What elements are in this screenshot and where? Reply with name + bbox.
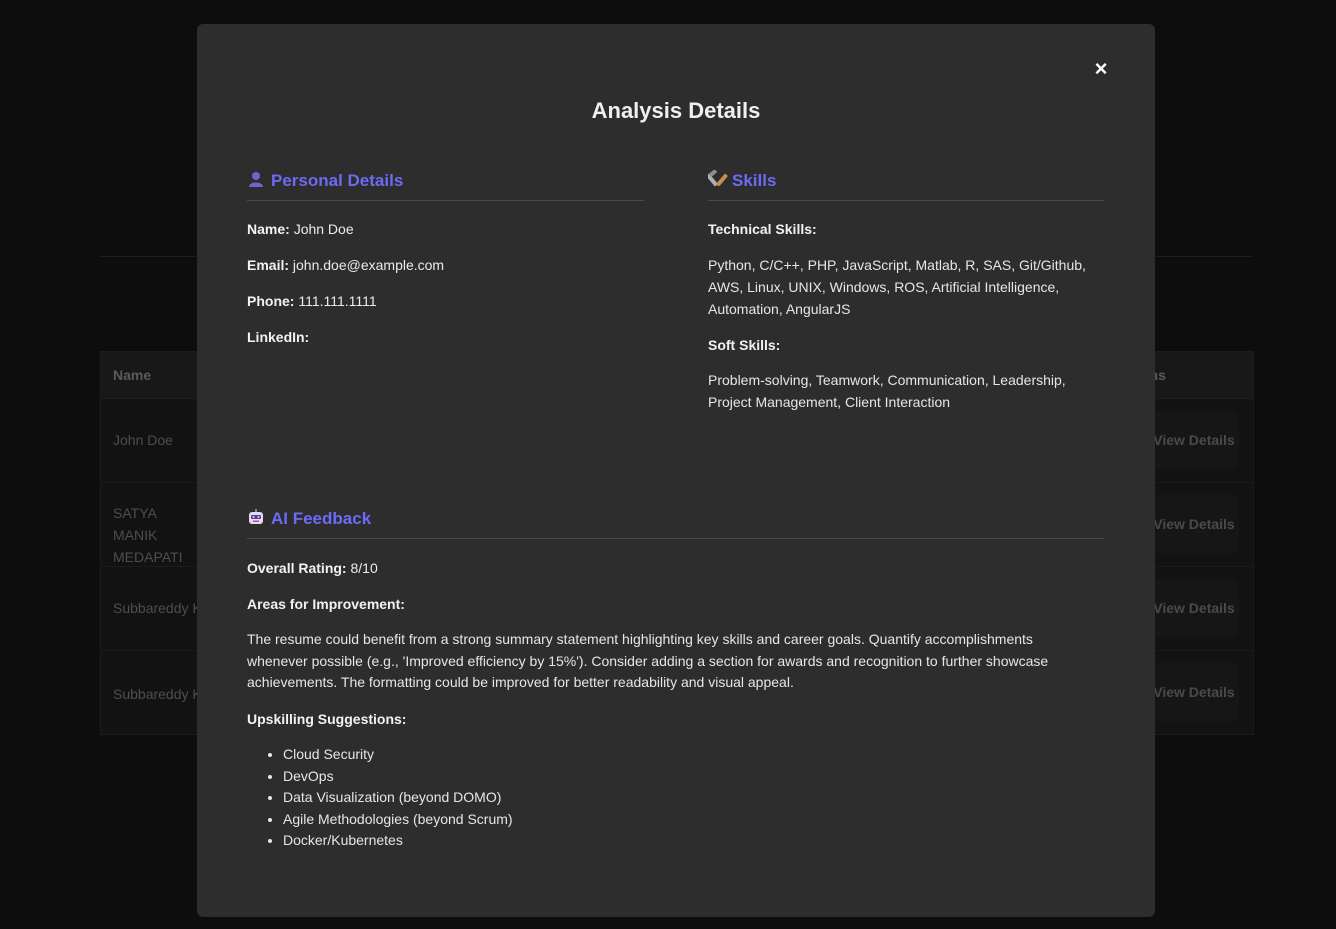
phone-label: Phone:: [247, 293, 295, 309]
name-label: Name:: [247, 221, 290, 237]
analysis-details-modal: Analysis Details × Personal Details Name…: [197, 24, 1155, 917]
soft-skills-label: Soft Skills:: [708, 337, 781, 353]
name-row: Name: John Doe: [247, 218, 354, 240]
personal-details-header: Personal Details: [247, 170, 644, 201]
upskilling-label: Upskilling Suggestions:: [247, 711, 407, 727]
list-item: DevOps: [283, 766, 513, 788]
list-item: Cloud Security: [283, 744, 513, 766]
email-row: Email: john.doe@example.com: [247, 254, 444, 276]
close-icon[interactable]: ×: [1092, 58, 1110, 80]
technical-skills-value: Python, C/C++, PHP, JavaScript, Matlab, …: [708, 257, 1086, 317]
soft-skills-label-row: Soft Skills:: [708, 334, 780, 356]
skills-header: Skills: [706, 169, 1104, 201]
areas-improvement-text: The resume could benefit from a strong s…: [247, 631, 1049, 691]
technical-skills-label-row: Technical Skills:: [708, 218, 817, 240]
person-icon: [247, 170, 271, 195]
linkedin-label: LinkedIn:: [247, 329, 310, 345]
areas-improvement-label-row: Areas for Improvement:: [247, 593, 405, 615]
upskilling-label-row: Upskilling Suggestions:: [247, 708, 406, 730]
email-value: john.doe@example.com: [292, 257, 445, 273]
ai-feedback-header: AI Feedback: [247, 508, 1104, 539]
areas-improvement-label: Areas for Improvement:: [247, 596, 405, 612]
overall-rating-value: 8/10: [350, 560, 378, 576]
robot-icon: [247, 508, 271, 533]
list-item: Agile Methodologies (beyond Scrum): [283, 809, 513, 831]
upskilling-list: Cloud Security DevOps Data Visualization…: [247, 744, 513, 852]
skills-heading: Skills: [732, 171, 777, 190]
list-item: Data Visualization (beyond DOMO): [283, 787, 513, 809]
modal-title: Analysis Details: [591, 98, 761, 123]
linkedin-row: LinkedIn:: [247, 326, 309, 348]
technical-skills-label: Technical Skills:: [708, 221, 817, 237]
overall-rating-label: Overall Rating:: [247, 560, 347, 576]
phone-value: 111.111.1111: [298, 293, 377, 309]
overall-rating-row: Overall Rating: 8/10: [247, 557, 378, 579]
personal-details-heading: Personal Details: [271, 171, 404, 190]
phone-row: Phone: 111.111.1111: [247, 290, 377, 312]
page: Name ons John Doe View Details SATYA MAN…: [0, 0, 1336, 929]
email-label: Email:: [247, 257, 290, 273]
ai-feedback-heading: AI Feedback: [271, 509, 372, 528]
name-value: John Doe: [293, 221, 354, 237]
tools-icon: [706, 169, 732, 195]
soft-skills-value: Problem-solving, Teamwork, Communication…: [708, 372, 1066, 410]
list-item: Docker/Kubernetes: [283, 830, 513, 852]
